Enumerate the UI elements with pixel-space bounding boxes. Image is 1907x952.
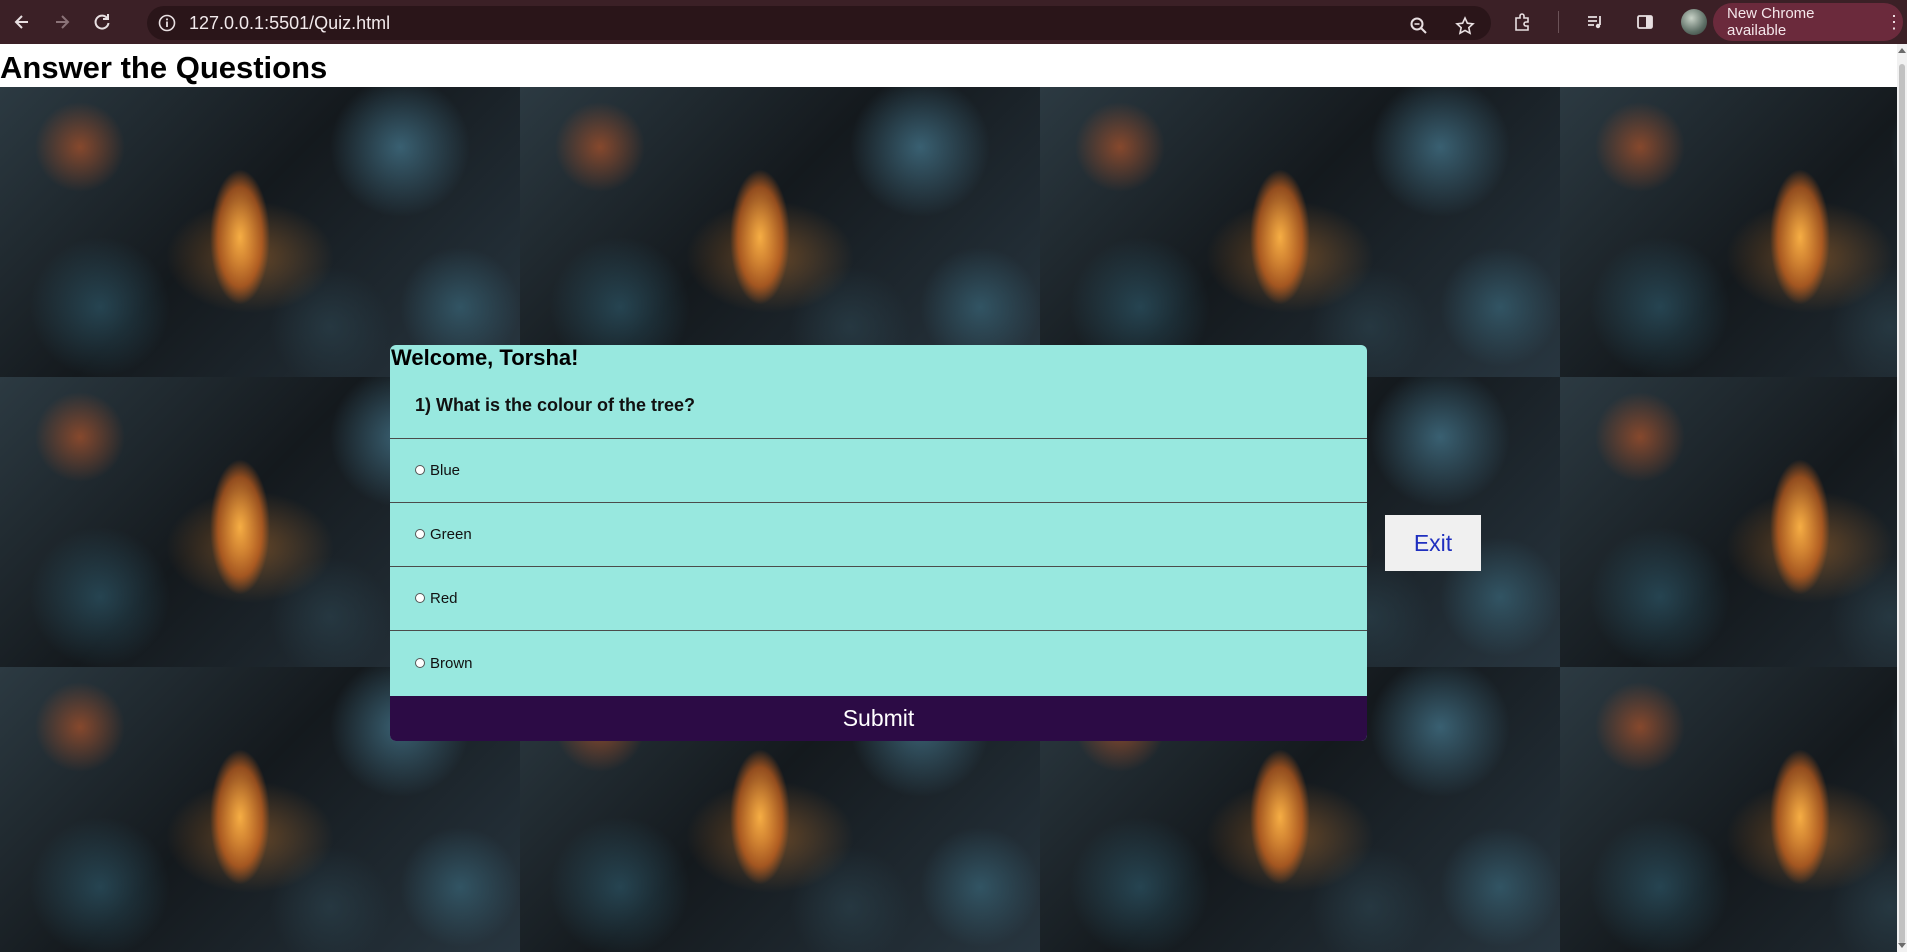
option-label: Brown xyxy=(430,655,473,672)
exit-button[interactable]: Exit xyxy=(1385,515,1481,571)
quiz-card: Welcome, Torsha! 1) What is the colour o… xyxy=(390,345,1367,741)
page-title: Answer the Questions xyxy=(0,50,328,85)
site-info-icon[interactable] xyxy=(157,13,177,33)
scroll-down-icon[interactable] xyxy=(1898,943,1906,948)
scrollbar-thumb[interactable] xyxy=(1899,64,1905,944)
radio-button[interactable] xyxy=(415,464,425,475)
menu-icon[interactable]: ⋮ xyxy=(1885,12,1903,33)
zoom-icon[interactable] xyxy=(1405,12,1433,40)
option-label: Red xyxy=(430,590,458,607)
option-label: Blue xyxy=(430,462,461,479)
reload-icon xyxy=(94,14,110,30)
browser-toolbar: 127.0.0.1:5501/Quiz.html New Chrome avai… xyxy=(0,0,1907,44)
side-panel-icon[interactable] xyxy=(1631,8,1659,36)
option-red[interactable]: Red xyxy=(390,567,1367,631)
radio-button[interactable] xyxy=(415,528,425,539)
back-button[interactable] xyxy=(4,4,40,40)
page-header: Answer the Questions xyxy=(0,44,1897,87)
question-text: 1) What is the colour of the tree? xyxy=(415,395,696,415)
welcome-heading: Welcome, Torsha! xyxy=(391,345,579,370)
option-brown[interactable]: Brown xyxy=(390,631,1367,696)
star-icon[interactable] xyxy=(1451,12,1479,40)
background-tile xyxy=(1560,87,1897,377)
option-green[interactable]: Green xyxy=(390,503,1367,567)
update-label: New Chrome available xyxy=(1727,5,1815,39)
scroll-up-icon[interactable] xyxy=(1898,48,1906,53)
media-icon[interactable] xyxy=(1581,8,1609,36)
forward-icon xyxy=(56,15,70,29)
toolbar-divider xyxy=(1558,11,1559,33)
option-label: Green xyxy=(430,526,472,543)
background-tile xyxy=(0,87,520,377)
radio-button[interactable] xyxy=(415,657,425,668)
reload-button[interactable] xyxy=(84,4,120,40)
url-text[interactable]: 127.0.0.1:5501/Quiz.html xyxy=(189,13,390,34)
background-tile xyxy=(1560,667,1897,952)
page-scrollbar[interactable] xyxy=(1897,44,1907,952)
extensions-icon[interactable] xyxy=(1508,8,1536,36)
background-tile xyxy=(1040,87,1560,377)
submit-button[interactable]: Submit xyxy=(390,696,1367,741)
background-tile xyxy=(520,87,1040,377)
update-chrome-button[interactable]: New Chrome available ⋮ xyxy=(1713,3,1903,41)
toolbar-icons xyxy=(1508,8,1707,36)
back-icon xyxy=(14,15,28,29)
option-blue[interactable]: Blue xyxy=(390,439,1367,503)
radio-button[interactable] xyxy=(415,592,425,603)
address-bar[interactable]: 127.0.0.1:5501/Quiz.html xyxy=(147,6,1491,40)
forward-button[interactable] xyxy=(44,4,80,40)
avatar[interactable] xyxy=(1681,9,1707,35)
background-tile xyxy=(1560,377,1897,667)
